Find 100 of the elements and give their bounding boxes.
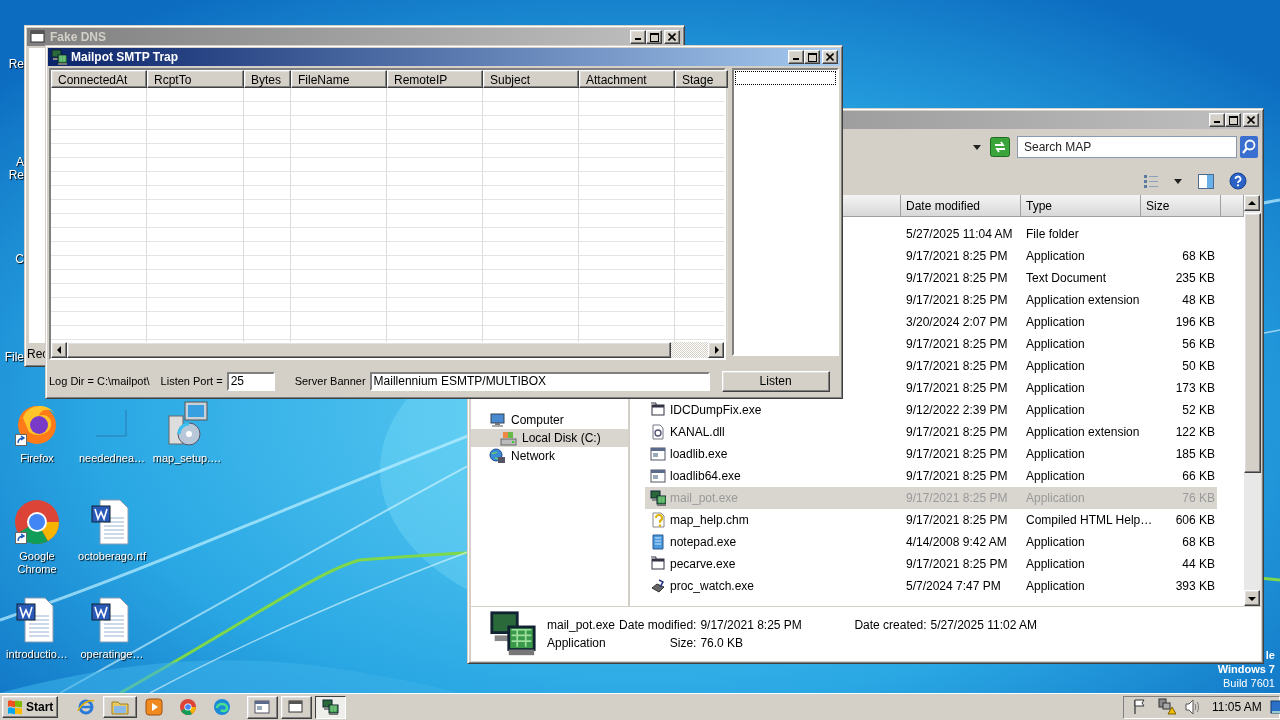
- list-box[interactable]: [732, 68, 839, 356]
- file-type: Application: [1025, 403, 1086, 417]
- scroll-up-button[interactable]: [1244, 195, 1260, 211]
- file-type: Application extension: [1025, 425, 1141, 439]
- file-row[interactable]: proc_watch.exe 5/7/2024 7:47 PM Application 393 KB: [645, 575, 1217, 597]
- column-header[interactable]: Attachment: [579, 70, 675, 88]
- file-row[interactable]: 9/17/2021 8:25 PM Application extension 48 KB: [901, 289, 1217, 311]
- file-row[interactable]: 3/20/2024 2:07 PM Application 196 KB: [901, 311, 1217, 333]
- file-row[interactable]: IDCDumpFix.exe 9/12/2022 2:39 PM Application 52 KB: [645, 399, 1217, 421]
- file-date: 5/7/2024 7:47 PM: [905, 579, 1002, 593]
- file-row[interactable]: map_help.chm 9/17/2021 8:25 PM Compiled HTML Help… 606 KB: [645, 509, 1217, 531]
- file-name: notepad.exe: [670, 535, 737, 549]
- banner-field[interactable]: Maillennium ESMTP/MULTIBOX: [369, 371, 710, 391]
- file-row[interactable]: 9/17/2021 8:25 PM Application 68 KB: [901, 245, 1217, 267]
- network-warning-icon: [1158, 698, 1176, 716]
- file-type: Application: [547, 636, 607, 650]
- scroll-thumb[interactable]: [1244, 213, 1261, 473]
- column-header[interactable]: RcptTo: [147, 70, 244, 88]
- scanner-icon: [650, 578, 666, 594]
- column-header[interactable]: Subject: [483, 70, 579, 88]
- file-date: 9/17/2021 8:25 PM: [905, 293, 1009, 307]
- maximize-button[interactable]: [804, 50, 820, 64]
- file-type: Application: [1025, 359, 1086, 373]
- file-date: 9/12/2022 2:39 PM: [905, 403, 1009, 417]
- column-header[interactable]: RemoteIP: [387, 70, 483, 88]
- file-row[interactable]: 9/17/2021 8:25 PM Application 50 KB: [901, 355, 1217, 377]
- listen-button[interactable]: Listen: [721, 370, 830, 392]
- icon-label: Re: [8, 169, 24, 182]
- icon-label[interactable]: operatinge…: [76, 648, 148, 661]
- file-row[interactable]: notepad.exe 4/14/2008 9:42 AM Application 68 KB: [645, 531, 1217, 553]
- file-name: loadlib64.exe: [670, 469, 741, 483]
- column-header[interactable]: Size: [1141, 195, 1221, 217]
- file-row[interactable]: 9/17/2021 8:25 PM Application 173 KB: [901, 377, 1217, 399]
- port-field[interactable]: 25: [226, 371, 275, 391]
- maximize-button[interactable]: [1225, 113, 1241, 127]
- file-date: 3/20/2024 2:07 PM: [905, 315, 1009, 329]
- field-label: Server Banner: [294, 375, 366, 387]
- scroll-right-button[interactable]: [708, 342, 724, 358]
- computers-icon: [51, 49, 67, 65]
- file-size: 50 KB: [1181, 359, 1216, 373]
- close-button[interactable]: [822, 50, 838, 64]
- file-name: KANAL.dll: [670, 425, 725, 439]
- taskbar-button[interactable]: [315, 695, 346, 719]
- maximize-icon: [649, 32, 659, 42]
- file-size: 196 KB: [1174, 315, 1216, 329]
- os-watermark-text: le: [1265, 648, 1275, 662]
- file-row[interactable]: loadlib.exe 9/17/2021 8:25 PM Application 185 KB: [645, 443, 1217, 465]
- file-row[interactable]: pecarve.exe 9/17/2021 8:25 PM Application 44 KB: [645, 553, 1217, 575]
- file-size: 173 KB: [1174, 381, 1216, 395]
- clock[interactable]: 11:05 AM: [1212, 700, 1262, 714]
- icon-label: A: [16, 156, 24, 169]
- nav-item[interactable]: Network: [471, 447, 628, 465]
- window-title: Fake DNS: [50, 30, 107, 44]
- property-value: 5/27/2025 11:02 AM: [930, 618, 1037, 632]
- file-row[interactable]: 5/27/2025 11:04 AM File folder: [901, 223, 1217, 245]
- file-row[interactable]: loadlib64.exe 9/17/2021 8:25 PM Application 66 KB: [645, 465, 1217, 487]
- shortcut-arrow-icon: [15, 532, 27, 544]
- maximize-button[interactable]: [646, 30, 662, 44]
- file-date: 9/17/2021 8:25 PM: [905, 381, 1009, 395]
- scroll-down-button[interactable]: [1244, 590, 1260, 606]
- close-button[interactable]: [664, 30, 680, 44]
- search-field[interactable]: Search MAP: [1017, 136, 1237, 158]
- file-size: 122 KB: [1174, 425, 1216, 439]
- file-type: Application: [1025, 249, 1086, 263]
- scroll-left-button[interactable]: [51, 342, 67, 358]
- nav-item[interactable]: Local Disk (C:): [471, 429, 628, 447]
- icon-label[interactable]: introductio…: [1, 648, 73, 661]
- file-date: 9/17/2021 8:25 PM: [905, 447, 1009, 461]
- column-header[interactable]: FileName: [291, 70, 387, 88]
- vertical-scrollbar[interactable]: [1244, 195, 1261, 606]
- column-header[interactable]: Bytes: [244, 70, 291, 88]
- minimize-icon: [793, 58, 799, 60]
- file-row[interactable]: KANAL.dll 9/17/2021 8:25 PM Application extension 122 KB: [645, 421, 1217, 443]
- start-button[interactable]: Start: [2, 696, 58, 718]
- window-icon: [30, 29, 46, 45]
- close-button[interactable]: [1243, 113, 1259, 127]
- file-row[interactable]: 9/17/2021 8:25 PM Application 56 KB: [901, 333, 1217, 355]
- icon-label: C: [15, 253, 24, 266]
- property-value: 76.0 KB: [700, 636, 745, 650]
- up-arrow-icon: [1246, 198, 1258, 208]
- file-date: 9/17/2021 8:25 PM: [905, 337, 1009, 351]
- file-name: mail_pot.exe: [670, 491, 739, 505]
- browser-icon: [77, 698, 95, 716]
- dropdown-caret-icon: [972, 143, 982, 151]
- column-header[interactable]: Date modified: [901, 195, 1021, 217]
- folder-icon: [111, 698, 129, 716]
- gear-document-icon: [650, 424, 666, 440]
- minimize-button[interactable]: [788, 50, 804, 64]
- nav-item[interactable]: Computer: [471, 411, 628, 429]
- minimize-button[interactable]: [1209, 113, 1225, 127]
- file-date: 9/17/2021 8:25 PM: [905, 469, 1009, 483]
- file-row[interactable]: 9/17/2021 8:25 PM Text Document 235 KB: [901, 267, 1217, 289]
- minimize-button[interactable]: [630, 30, 646, 44]
- file-type: Application: [1025, 469, 1086, 483]
- log-dir-label: Log Dir = C:\mailpot\: [49, 375, 150, 387]
- column-header[interactable]: Stage: [675, 70, 728, 88]
- file-size: 52 KB: [1181, 403, 1216, 417]
- column-header[interactable]: ConnectedAt: [51, 70, 147, 88]
- column-header[interactable]: Type: [1021, 195, 1141, 217]
- property-label: Size:: [668, 636, 697, 650]
